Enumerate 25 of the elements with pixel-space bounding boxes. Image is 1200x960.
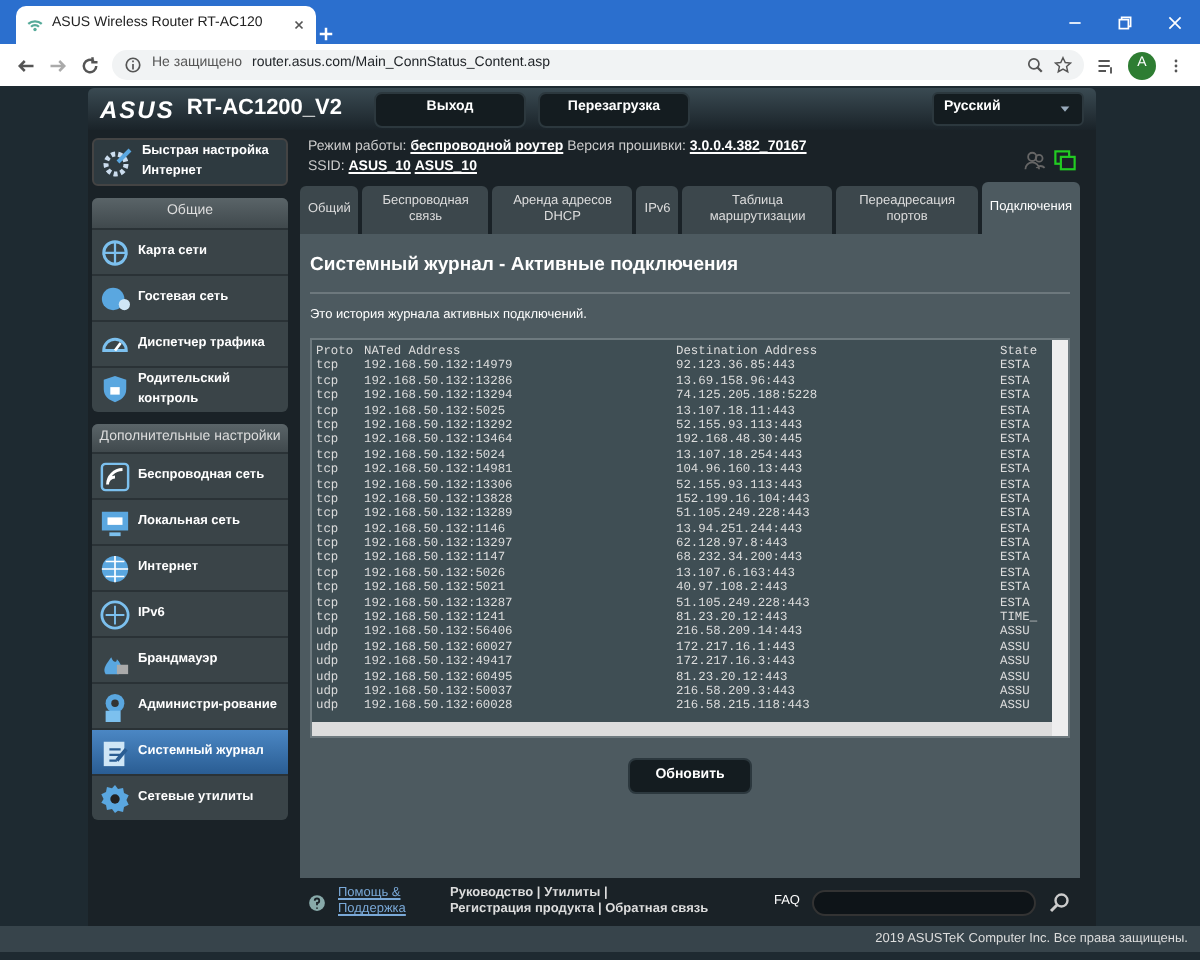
panel-title: Системный журнал - Активные подключения	[310, 246, 1070, 295]
wifi-icon	[100, 461, 130, 491]
plus-icon[interactable]	[316, 24, 336, 44]
monitor-icon	[100, 507, 130, 537]
faq-search-field[interactable]	[812, 889, 1036, 915]
logo: ASUS	[100, 93, 175, 127]
caret-icon	[1058, 102, 1072, 116]
playlist-icon[interactable]	[1096, 55, 1116, 75]
reload-icon[interactable]	[80, 55, 100, 75]
star-icon[interactable]	[1054, 56, 1072, 74]
document-icon	[100, 737, 130, 767]
help-icon	[308, 893, 326, 911]
vertical-scrollbar[interactable]	[1052, 340, 1068, 736]
search-icon[interactable]	[1048, 890, 1072, 914]
model-name: RT-AC1200_V2	[186, 94, 342, 125]
info-icon	[124, 56, 142, 74]
horizontal-scrollbar[interactable]	[312, 722, 1052, 736]
shield-icon	[100, 374, 130, 404]
users-icon	[1024, 150, 1046, 172]
close-icon[interactable]	[292, 18, 306, 32]
windows-icon	[1054, 150, 1076, 172]
back-arrow-icon[interactable]	[16, 55, 36, 75]
wifi-icon	[26, 16, 44, 34]
zoom-icon[interactable]	[1026, 56, 1044, 74]
restore-icon[interactable]	[1116, 13, 1134, 31]
